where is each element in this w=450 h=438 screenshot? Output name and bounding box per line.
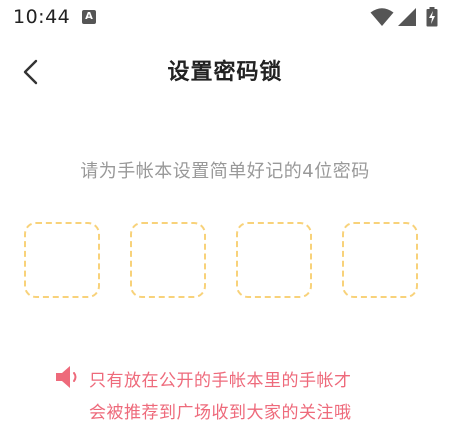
wifi-icon [370,8,394,26]
passcode-digit-4[interactable] [342,222,418,298]
speaker-icon [56,366,77,388]
status-icons [370,7,440,27]
page-title: 设置密码锁 [167,60,283,85]
notification-a-icon: A [82,10,96,24]
notice-line-1: 只有放在公开的手帐本里的手帐才 [89,371,352,391]
passcode-digit-2[interactable] [130,222,206,298]
passcode-input-row [24,222,426,304]
instruction-text: 请为手帐本设置简单好记的4位密码 [80,161,370,182]
battery-charging-icon [426,7,438,27]
status-bar: 10:44 A [0,0,450,36]
set-passcode-screen: 10:44 A 设置密码锁 请为手帐本设置简单好记的4位密码 只有放在公开的手帐… [0,0,450,438]
notice-line-2: 会被推荐到广场收到大家的关注哦 [89,403,352,423]
signal-icon [398,8,416,26]
passcode-digit-3[interactable] [236,222,312,298]
status-time: 10:44 [13,6,71,28]
passcode-digit-1[interactable] [24,222,100,298]
header: 设置密码锁 [0,40,450,104]
